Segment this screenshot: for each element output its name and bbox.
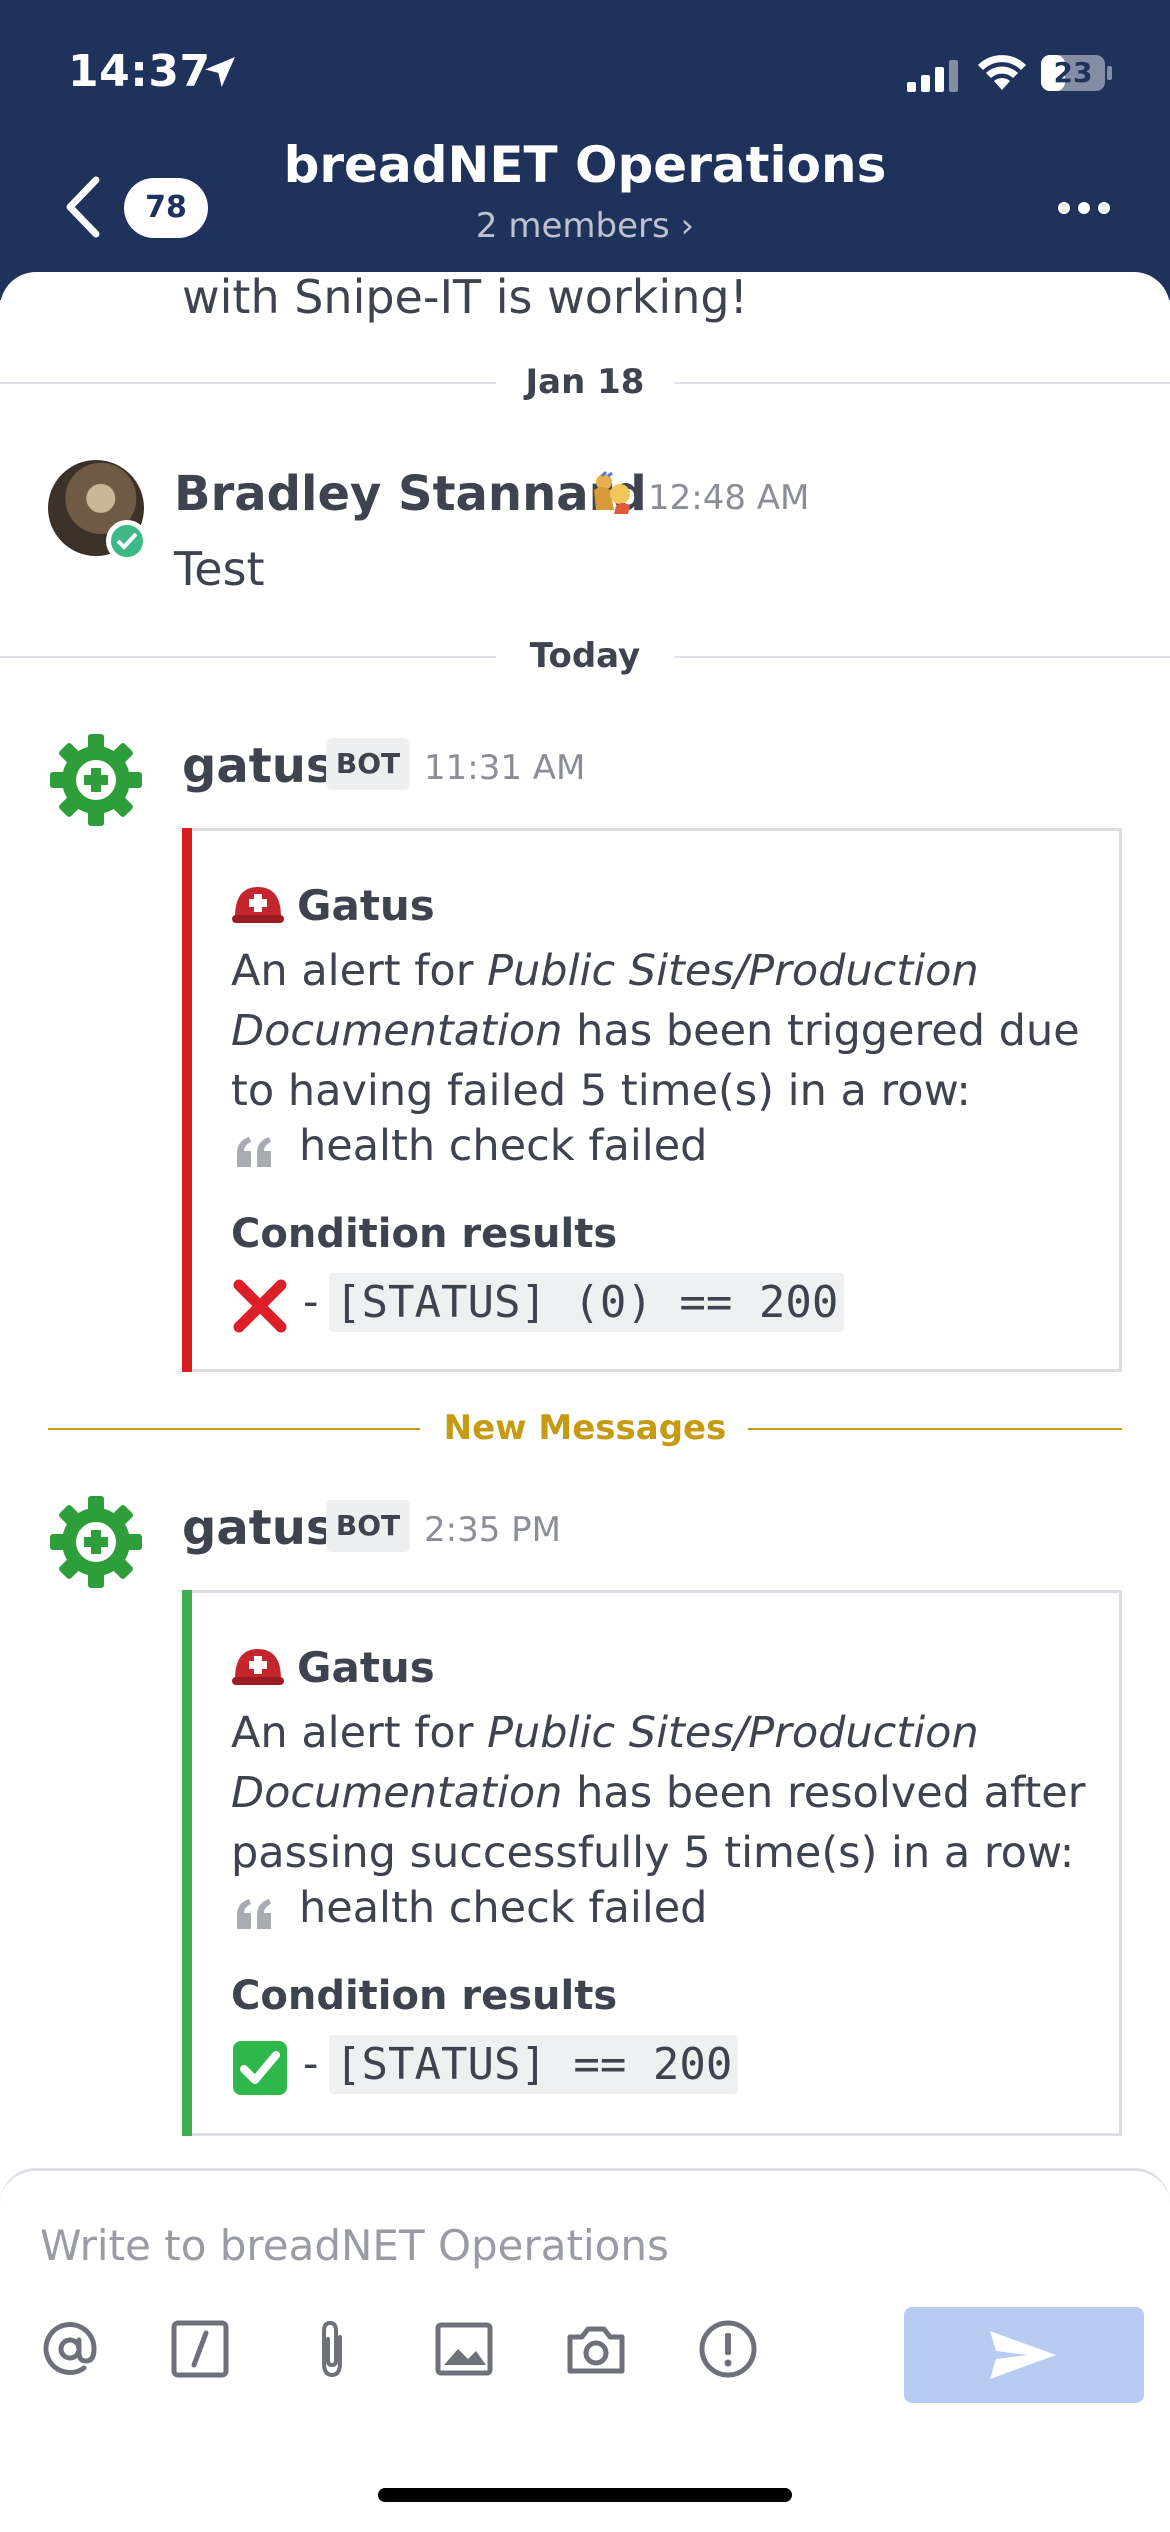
attachment-title: Gatus [297,881,435,930]
post-message: Test [174,542,265,596]
custom-status-emoji-icon [594,470,630,514]
date-separator: Jan 18 [0,362,1170,402]
post-timestamp: 11:31 AM [424,748,586,788]
previous-message-text: with Snipe-IT is working! [182,272,748,324]
gatus-bot-avatar[interactable] [48,732,144,828]
date-separator-label: Jan 18 [525,362,645,402]
condition-results-title: Condition results [231,1973,618,2019]
blockquote-text: health check failed [299,1883,708,1933]
attachment-color-bar [182,1590,192,2136]
channel-title[interactable]: breadNET Operations [0,136,1170,194]
condition-code: [STATUS] == 200 [329,2035,739,2094]
message-list[interactable]: with Snipe-IT is working! Jan 18 Bradley… [0,272,1170,2172]
message-composer: Write to breadNET Operations [0,2168,1170,2532]
battery-indicator: 23 [1040,54,1114,92]
more-options-icon[interactable] [1056,196,1112,220]
wifi-icon [978,55,1026,90]
post-author[interactable]: gatus [182,738,334,794]
new-messages-separator: New Messages [0,1408,1170,1448]
send-icon [990,2331,1056,2379]
status-time: 14:37 [68,46,211,97]
location-arrow-icon [205,57,235,87]
blockquote-icon [237,1899,271,1929]
post-author[interactable]: gatus [182,1500,334,1556]
bot-tag: BOT [326,738,410,790]
slash-command-icon[interactable] [168,2317,232,2381]
attachment-text: An alert for Public Sites/Production Doc… [231,946,1080,1116]
channel-members-link[interactable]: 2 members › [0,206,1170,246]
priority-icon[interactable] [696,2317,760,2381]
image-icon[interactable] [432,2317,496,2381]
home-indicator [378,2488,792,2502]
rescue-helmet-icon [232,1649,284,1685]
message-input[interactable]: Write to breadNET Operations [40,2221,669,2270]
attachment-color-bar [182,828,192,1372]
condition-results-title: Condition results [231,1211,618,1257]
post-timestamp: 12:48 AM [648,478,810,518]
bot-tag: BOT [326,1500,410,1552]
message-attachment: Gatus An alert for Public Sites/Producti… [182,1590,1122,2136]
gatus-bot-avatar[interactable] [48,1494,144,1590]
green-check-icon [233,2041,287,2095]
attachment-title: Gatus [297,1643,435,1692]
date-separator: Today [0,636,1170,676]
at-mention-icon[interactable] [38,2317,102,2381]
blockquote-text: health check failed [299,1121,708,1171]
blockquote-icon [237,1137,271,1167]
camera-icon[interactable] [564,2317,628,2381]
new-messages-label: New Messages [443,1408,727,1448]
condition-dash: - [303,2039,319,2089]
attachment-text: An alert for Public Sites/Production Doc… [231,1708,1086,1878]
online-status-icon [106,520,148,562]
date-separator-label: Today [529,636,641,676]
post-author[interactable]: Bradley Stannard [174,466,647,522]
rescue-helmet-icon [232,887,284,923]
channel-header: 14:37 23 78 breadNET Operations 2 member… [0,0,1170,300]
send-button[interactable] [904,2307,1144,2403]
condition-code: [STATUS] (0) == 200 [329,1273,845,1332]
post-timestamp: 2:35 PM [424,1510,561,1550]
condition-dash: - [303,1277,319,1327]
paperclip-icon[interactable] [300,2317,364,2381]
battery-level: 23 [1053,56,1093,89]
red-x-icon [233,1279,287,1333]
cellular-signal-icon [907,60,958,92]
message-attachment: Gatus An alert for Public Sites/Producti… [182,828,1122,1372]
